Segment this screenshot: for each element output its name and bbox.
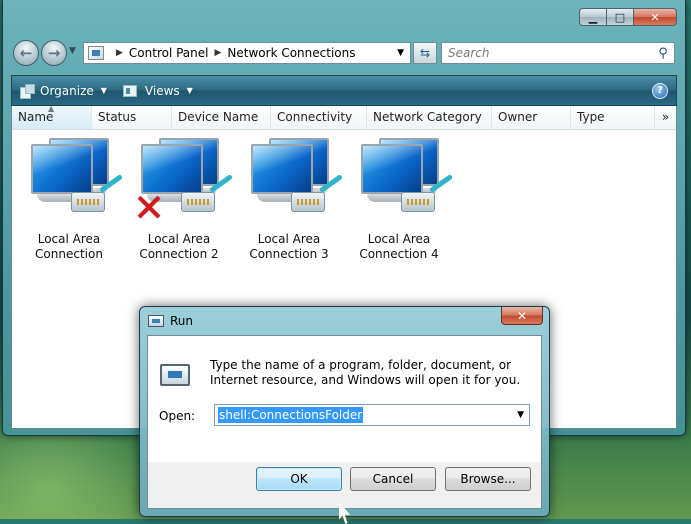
refresh-button[interactable]: ⇆: [413, 42, 437, 64]
connection-label-line: Connection: [35, 247, 103, 261]
back-arrow-icon: ←: [19, 44, 33, 62]
breadcrumb-control-panel[interactable]: Control Panel: [129, 46, 209, 60]
connection-label-line: Connection 4: [359, 247, 439, 261]
chevron-down-icon: ▼: [186, 86, 193, 95]
control-panel-icon: [88, 46, 104, 60]
help-icon[interactable]: ?: [652, 82, 668, 99]
connection-label-line: Connection 3: [249, 247, 329, 261]
close-icon: ✕: [516, 308, 528, 323]
breadcrumb-separator-icon[interactable]: ▶: [116, 48, 123, 58]
views-button[interactable]: Views ▼: [115, 76, 201, 105]
window-controls: ▁ □ ✕: [579, 8, 677, 26]
connection-label-line: Local Area: [367, 232, 431, 246]
column-label: Connectivity: [277, 110, 353, 124]
magnifier-icon[interactable]: ⚲: [652, 46, 674, 61]
maximize-icon: □: [614, 10, 626, 24]
chevron-down-icon: ▼: [100, 86, 107, 95]
address-history-chevron-down-icon[interactable]: ▼: [397, 48, 404, 58]
search-input[interactable]: [442, 45, 652, 61]
run-program-icon: [160, 364, 190, 386]
column-header-owner[interactable]: Owner: [492, 106, 571, 129]
more-columns-icon: »: [661, 110, 670, 124]
ok-button[interactable]: OK: [256, 467, 342, 491]
run-title-bar[interactable]: Run: [148, 314, 193, 328]
column-label: Device Name: [178, 110, 259, 124]
sort-ascending-icon: ▲: [48, 104, 55, 113]
column-header-network-category[interactable]: Network Category: [367, 106, 492, 129]
column-header-device-name[interactable]: Device Name: [172, 106, 271, 129]
more-columns-button[interactable]: »: [655, 106, 676, 129]
connection-item-1[interactable]: Local Area Connection: [14, 134, 124, 262]
search-box[interactable]: ⚲: [441, 42, 675, 64]
connection-label: Local Area Connection 2: [124, 232, 234, 262]
red-x-icon: ✕: [133, 186, 165, 230]
column-label: Owner: [498, 110, 538, 124]
breadcrumb-network-connections[interactable]: Network Connections: [227, 46, 355, 60]
minimize-button[interactable]: ▁: [579, 8, 606, 26]
run-title: Run: [170, 314, 194, 328]
browse-button[interactable]: Browse...: [445, 467, 531, 491]
forward-button[interactable]: →: [41, 40, 67, 66]
chevron-down-icon[interactable]: ▼: [517, 410, 524, 420]
connection-item-3[interactable]: Local Area Connection 3: [234, 134, 344, 262]
column-headers: ▲ Name Status Device Name Connectivity N…: [12, 104, 676, 130]
run-app-icon: [148, 315, 164, 327]
run-description: Type the name of a program, folder, docu…: [210, 358, 521, 387]
connection-label-line: Local Area: [37, 232, 101, 246]
column-header-status[interactable]: Status: [92, 106, 172, 129]
connection-item-4[interactable]: Local Area Connection 4: [344, 134, 454, 262]
network-connection-icon: [239, 134, 339, 226]
organize-label: Organize: [40, 83, 94, 98]
connection-label: Local Area Connection: [14, 232, 124, 262]
forward-arrow-icon: →: [47, 44, 61, 62]
close-button[interactable]: ✕: [633, 8, 677, 26]
run-close-button[interactable]: ✕: [501, 307, 543, 325]
organize-button[interactable]: Organize ▼: [12, 76, 115, 105]
column-label: Type: [577, 110, 605, 124]
network-connection-icon: [19, 134, 119, 226]
connection-label-line: Local Area: [257, 232, 321, 246]
command-toolbar: Organize ▼ Views ▼ ?: [11, 75, 677, 106]
connection-label-line: Local Area: [147, 232, 211, 246]
connection-label: Local Area Connection 4: [344, 232, 454, 262]
connection-label-line: Connection 2: [139, 247, 219, 261]
views-icon: [122, 84, 137, 97]
views-label: Views: [144, 83, 180, 98]
run-dialog: Run ✕ Type the name of a program, folder…: [139, 306, 550, 524]
column-header-name[interactable]: ▲ Name: [12, 104, 92, 129]
refresh-icon: ⇆: [419, 46, 431, 60]
run-dialog-content: Type the name of a program, folder, docu…: [148, 336, 541, 462]
minimize-icon: ▁: [588, 10, 598, 24]
column-label: Network Category: [373, 110, 482, 124]
column-header-connectivity[interactable]: Connectivity: [271, 106, 367, 129]
organize-icon: [20, 83, 35, 99]
back-button[interactable]: ←: [13, 40, 39, 66]
run-dialog-body: Type the name of a program, folder, docu…: [147, 335, 542, 524]
close-icon: ✕: [650, 10, 660, 24]
breadcrumb-separator-icon[interactable]: ▶: [215, 48, 222, 58]
network-connection-icon: ✕: [129, 134, 229, 230]
open-label: Open:: [159, 409, 196, 423]
address-bar[interactable]: ▶ Control Panel ▶ Network Connections ▼: [83, 42, 411, 64]
recent-pages-chevron-down-icon[interactable]: ▼: [69, 46, 76, 56]
open-input-value[interactable]: shell:ConnectionsFolder: [218, 407, 364, 423]
column-label: Status: [98, 110, 137, 124]
mouse-pointer-icon: [339, 502, 351, 524]
navigation-bar: ← → ▼ ▶ Control Panel ▶ Network Connecti…: [11, 38, 677, 66]
cancel-button[interactable]: Cancel: [350, 467, 436, 491]
column-header-type[interactable]: Type: [571, 106, 655, 129]
connection-label: Local Area Connection 3: [234, 232, 344, 262]
maximize-button[interactable]: □: [606, 8, 633, 26]
network-connection-icon: [349, 134, 449, 226]
connection-item-2[interactable]: ✕ Local Area Connection 2: [124, 134, 234, 262]
open-combobox[interactable]: shell:ConnectionsFolder ▼: [214, 404, 530, 426]
